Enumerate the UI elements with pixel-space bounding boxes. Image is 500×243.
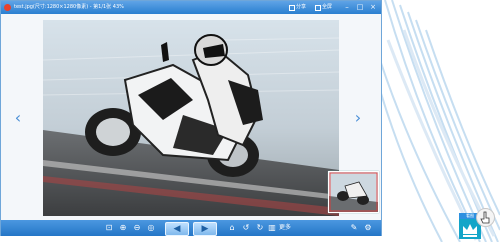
actual-size-icon[interactable]: ◎	[146, 223, 156, 233]
background-decoration	[380, 0, 500, 242]
window-title: test.jpg(尺寸:1280×1280像素) - 第1/1张 43%	[14, 4, 124, 10]
info-icon[interactable]: ⚙	[363, 223, 373, 233]
image-stage: ‹ ›	[1, 14, 381, 220]
previous-image-button[interactable]: ◀	[165, 222, 189, 236]
fullscreen-icon	[315, 4, 321, 11]
close-icon[interactable]: ×	[369, 3, 377, 11]
share-icon	[289, 4, 295, 11]
bottom-toolbar: ⊡ ⊕ ⊖ ◎ ◀ ▶ ⌂ ↺ ↻ ▥ 更多 ✎ ⚙	[1, 220, 381, 236]
arrow-left-icon: ◀	[173, 224, 181, 234]
rotate-right-icon[interactable]: ↻	[255, 223, 265, 233]
chevron-left-icon[interactable]: ‹	[13, 110, 23, 126]
trash-icon[interactable]: ▥	[267, 223, 277, 233]
edit-icon[interactable]: ✎	[349, 223, 359, 233]
zoom-out-icon[interactable]: ⊖	[132, 223, 142, 233]
cursor-hand-icon	[476, 208, 495, 227]
more-button[interactable]: 更多	[279, 223, 291, 233]
share-label: 分享	[296, 4, 307, 10]
slideshow-icon[interactable]: ⌂	[227, 223, 237, 233]
chevron-right-icon[interactable]: ›	[353, 110, 363, 126]
share-button[interactable]: 分享	[289, 3, 306, 12]
fullscreen-label: 全屏	[322, 4, 333, 10]
maximize-icon[interactable]: □	[356, 3, 364, 11]
arrow-right-icon: ▶	[201, 224, 209, 234]
image-viewer-window: test.jpg(尺寸:1280×1280像素) - 第1/1张 43% 分享 …	[0, 0, 382, 236]
motorcycle-photo[interactable]	[43, 20, 339, 216]
fit-screen-icon[interactable]: ⊡	[104, 223, 114, 233]
minimize-icon[interactable]: –	[343, 3, 351, 11]
next-image-button[interactable]: ▶	[193, 222, 217, 236]
rotate-left-icon[interactable]: ↺	[241, 223, 251, 233]
zoom-in-icon[interactable]: ⊕	[118, 223, 128, 233]
app-icon	[4, 4, 11, 11]
fullscreen-button[interactable]: 全屏	[315, 3, 332, 12]
navigator-thumbnail[interactable]	[328, 171, 379, 213]
title-bar[interactable]: test.jpg(尺寸:1280×1280像素) - 第1/1张 43% 分享 …	[1, 1, 381, 14]
